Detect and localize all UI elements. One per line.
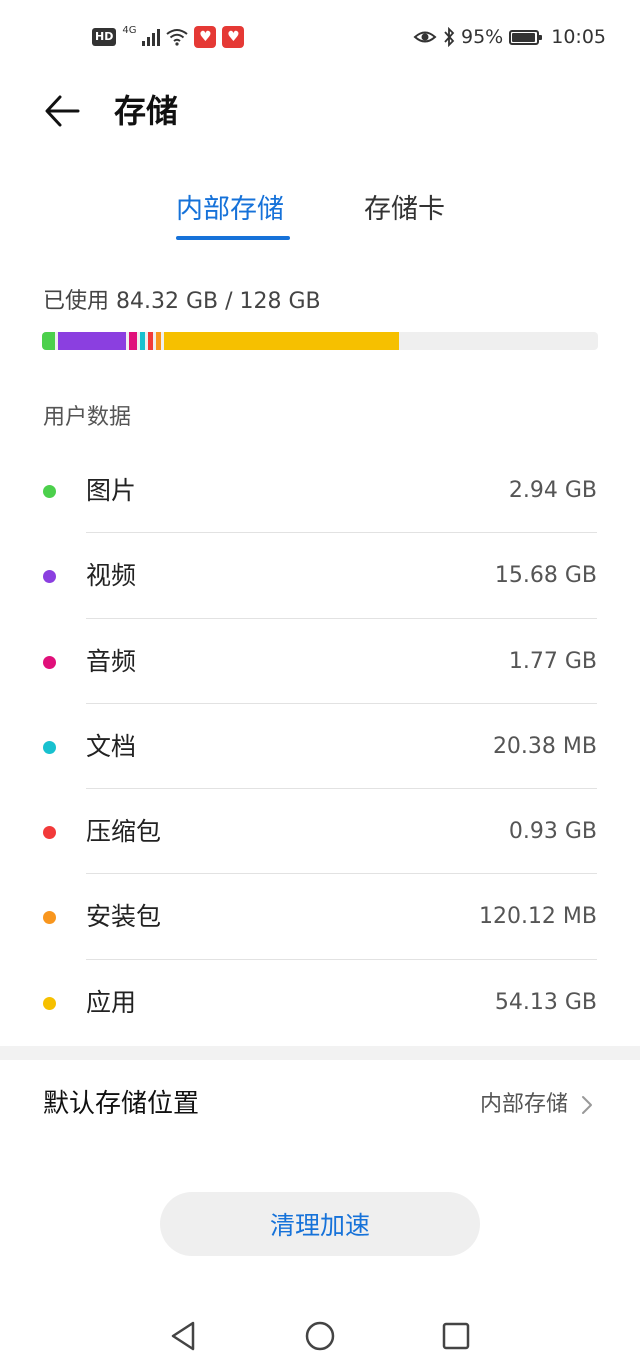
category-name: 应用 [86, 987, 137, 1017]
category-color-dot [43, 655, 56, 669]
category-color-dot [43, 740, 56, 754]
category-name: 图片 [86, 476, 137, 505]
eye-icon [413, 31, 437, 43]
app-notification-icon: ♥ [222, 26, 245, 48]
category-size: 0.93 GB [508, 819, 597, 845]
usage-segment [155, 332, 161, 350]
navigation-bar [0, 1300, 640, 1369]
default-storage-label: 默认存储位置 [43, 1089, 200, 1119]
category-row-audio[interactable]: 音频 1.77 GB [0, 619, 640, 704]
category-color-dot [43, 485, 56, 498]
back-button[interactable] [40, 88, 86, 134]
clock: 10:05 [551, 26, 606, 48]
active-tab-indicator [176, 236, 290, 240]
category-size: 1.77 GB [508, 648, 597, 674]
clean-accelerate-button[interactable]: 清理加速 [160, 1192, 480, 1256]
tab-internal-storage[interactable]: 内部存储 [176, 190, 284, 230]
nav-recents-button[interactable] [436, 1316, 476, 1356]
tab-storage-card[interactable]: 存储卡 [364, 190, 445, 230]
circle-home-icon [305, 1321, 335, 1351]
category-list: 图片 2.94 GB 视频 15.68 GB 音频 1.77 GB 文档 20.… [0, 448, 640, 1045]
category-row-documents[interactable]: 文档 20.38 MB [0, 704, 640, 790]
category-size: 120.12 MB [478, 904, 597, 930]
category-name: 安装包 [86, 902, 162, 932]
section-separator [0, 1046, 640, 1060]
nav-back-button[interactable] [163, 1316, 203, 1356]
usage-bar [42, 332, 598, 350]
signal-icon [142, 28, 161, 46]
usage-segment [147, 332, 153, 350]
triangle-back-icon [171, 1321, 195, 1351]
category-name: 音频 [86, 646, 137, 676]
network-type: 4G [122, 24, 137, 36]
category-size: 15.68 GB [494, 563, 597, 589]
category-row-apps[interactable]: 应用 54.13 GB [0, 960, 640, 1045]
status-left: HD 4G ♥ ♥ [92, 24, 245, 50]
nav-home-button[interactable] [300, 1316, 340, 1356]
status-bar: HD 4G ♥ ♥ 95% 10:05 [0, 0, 640, 72]
category-size: 2.94 GB [508, 478, 597, 503]
status-right: 95% 10:05 [413, 24, 606, 50]
bluetooth-icon [444, 27, 455, 47]
page-title: 存储 [114, 92, 179, 130]
category-color-dot [43, 826, 56, 840]
default-storage-value: 内部存储 [479, 1092, 568, 1117]
category-row-archives[interactable]: 压缩包 0.93 GB [0, 789, 640, 875]
category-name: 视频 [86, 561, 137, 591]
wifi-icon [166, 29, 189, 46]
battery-percent: 95% [461, 26, 504, 48]
usage-segment [57, 332, 126, 350]
category-row-packages[interactable]: 安装包 120.12 MB [0, 874, 640, 960]
default-storage-location-row[interactable]: 默认存储位置 内部存储 [0, 1060, 640, 1146]
section-label-user-data: 用户数据 [43, 405, 132, 430]
category-color-dot [43, 996, 56, 1010]
hd-icon: HD [92, 28, 117, 46]
category-row-videos[interactable]: 视频 15.68 GB [0, 533, 640, 619]
usage-segment [163, 332, 399, 350]
category-size: 54.13 GB [494, 989, 597, 1015]
square-recents-icon [442, 1322, 470, 1350]
battery-icon [509, 29, 543, 45]
usage-summary: 已使用 84.32 GB / 128 GB [43, 289, 321, 314]
arrow-left-icon [45, 95, 80, 127]
usage-segment [139, 332, 145, 350]
category-color-dot [43, 911, 56, 925]
category-size: 20.38 MB [492, 733, 597, 759]
chevron-right-icon [582, 1096, 592, 1114]
category-name: 压缩包 [86, 817, 162, 847]
app-notification-icon: ♥ [194, 26, 217, 48]
usage-segment [42, 332, 55, 350]
category-name: 文档 [86, 731, 137, 761]
category-color-dot [43, 570, 56, 584]
category-row-images[interactable]: 图片 2.94 GB [0, 448, 640, 534]
usage-segment [128, 332, 137, 350]
